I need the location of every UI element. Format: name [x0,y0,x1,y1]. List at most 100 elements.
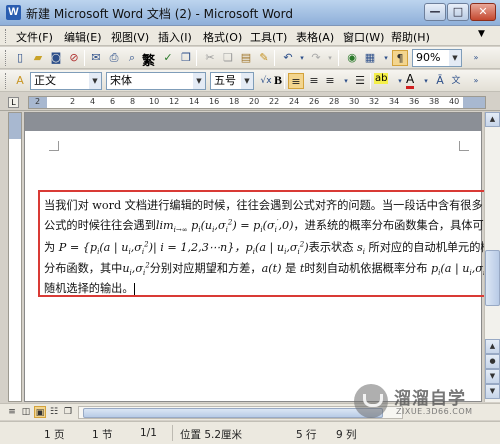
formatting-toolbar: A 正文 ▼ 宋体 ▼ 五号 ▼ √x B ≡ ≡ ≡ ▾ ☰ ab ▾ A ▾… [0,70,500,92]
zoom-value: 90% [416,51,441,64]
ruler-number: 28 [329,97,340,106]
show-formatting-icon[interactable]: ¶ [392,50,408,66]
menu-table[interactable]: 表格(A) [296,29,334,45]
zoom-select[interactable]: 90% ▼ [412,49,462,67]
tab-selector-icon[interactable]: L [8,97,19,108]
toolbar-separator [84,50,85,66]
toolbar-grip[interactable] [5,73,8,89]
vertical-ruler[interactable] [8,112,22,402]
ruler-number: 6 [110,97,116,106]
align-center-icon[interactable]: ≡ [306,73,322,89]
horizontal-ruler[interactable]: 2 2 4 6 8 10 12 14 16 18 20 22 24 26 28 … [28,96,486,109]
outline-view-icon[interactable]: ☷ [48,406,60,418]
chevron-down-icon[interactable]: ▼ [89,73,101,89]
maximize-button[interactable]: □ [447,3,469,21]
char-border-icon[interactable]: Ā [432,73,448,89]
page-top-margin [25,113,481,131]
menu-view[interactable]: 视图(V) [111,29,149,45]
save-icon[interactable]: ◙ [48,50,64,66]
toolbar-options-icon[interactable]: » [468,50,484,66]
status-page: 1 页 [44,429,65,441]
style-select[interactable]: 正文 ▼ [30,72,102,90]
scroll-up-icon[interactable]: ▲ [485,339,500,354]
status-page-of: 1/1 [140,427,157,439]
chevron-down-icon[interactable]: ▼ [241,73,253,89]
bold-button[interactable]: B [274,73,282,88]
watermark-logo-icon [354,384,388,418]
status-position: 位置 5.2厘米 [180,429,243,441]
ruler-number: 18 [229,97,240,106]
menu-help[interactable]: 帮助(H) [391,29,430,45]
toolbar-options-icon[interactable]: » [468,73,484,89]
permission-icon[interactable]: ⊘ [66,50,82,66]
watermark-url: ZIXUE.3D66.COM [396,407,473,416]
standard-toolbar: ▯ ▰ ◙ ⊘ ✉ ⎙ ⌕ 繁 ✓ ❐ ✂ ❏ ▤ ✎ ↶ ▾ ↷ ▾ ◉ ▦ … [0,47,500,69]
font-select[interactable]: 宋体 ▼ [106,72,206,90]
vertical-ruler-margin [9,113,21,139]
menu-dropdown-arrow-icon[interactable]: ▼ [478,29,485,39]
format-painter-icon[interactable]: ✎ [256,50,272,66]
close-button[interactable]: ✕ [470,3,496,21]
email-icon[interactable]: ✉ [88,50,104,66]
chevron-down-icon[interactable]: ▼ [193,73,205,89]
ruler-number: 40 [449,97,460,106]
web-view-icon[interactable]: ◫ [20,406,32,418]
ruler-number: 14 [189,97,200,106]
menu-edit[interactable]: 编辑(E) [64,29,102,45]
normal-view-icon[interactable]: ≡ [6,406,18,418]
equation-icon[interactable]: √x [258,73,274,89]
menu-insert[interactable]: 插入(I) [158,29,192,45]
font-size-select[interactable]: 五号 ▼ [210,72,254,90]
phonetic-guide-icon[interactable]: 文 [448,73,464,89]
chevron-down-icon[interactable]: ▼ [449,50,461,66]
print-icon[interactable]: ⎙ [106,50,122,66]
font-size-value: 五号 [214,74,236,87]
menu-bar: 文件(F) 编辑(E) 视图(V) 插入(I) 格式(O) 工具(T) 表格(A… [0,26,500,46]
styles-pane-icon[interactable]: A [12,73,28,89]
minimize-button[interactable]: — [424,3,446,21]
menu-window[interactable]: 窗口(W) [343,29,384,45]
toolbar-separator [196,50,197,66]
scroll-up-icon[interactable]: ▲ [485,112,500,127]
ruler-number: 12 [169,97,180,106]
menu-file[interactable]: 文件(F) [16,29,53,45]
crop-mark [49,141,59,151]
toolbar-grip[interactable] [5,50,8,66]
redo-dropdown-icon[interactable]: ▾ [322,50,338,66]
numbering-icon[interactable]: ☰ [352,73,368,89]
research-icon[interactable]: ❐ [178,50,194,66]
spelling-icon[interactable]: ✓ [160,50,176,66]
menu-tools[interactable]: 工具(T) [250,29,287,45]
menu-format[interactable]: 格式(O) [203,29,242,45]
vertical-scroll-thumb[interactable] [485,250,500,306]
print-preview-icon[interactable]: ⌕ [124,50,140,66]
select-browse-object-icon[interactable]: ● [485,354,500,369]
print-view-icon[interactable]: ▣ [34,406,46,418]
hyperlink-icon[interactable]: ◉ [344,50,360,66]
toolbar-separator [274,50,275,66]
align-right-icon[interactable]: ≡ [322,73,338,89]
reading-view-icon[interactable]: ❐ [62,406,74,418]
ruler-number: 22 [269,97,280,106]
title-bar[interactable]: W 新建 Microsoft Word 文档 (2) - Microsoft W… [0,0,500,26]
traditional-chinese-button[interactable]: 繁 [142,50,155,69]
toolbar-separator [338,50,339,66]
ruler-number: 2 [70,97,76,106]
ruler-number: 30 [349,97,360,106]
horizontal-scroll-thumb[interactable] [83,408,383,418]
tables-borders-icon[interactable]: ▦ [362,50,378,66]
ruler-number: 10 [149,97,160,106]
paste-icon[interactable]: ▤ [238,50,254,66]
open-icon[interactable]: ▰ [30,50,46,66]
ruler-number: 26 [309,97,320,106]
align-left-icon[interactable]: ≡ [288,73,304,89]
cut-icon[interactable]: ✂ [202,50,218,66]
new-doc-icon[interactable]: ▯ [12,50,28,66]
highlight-button[interactable]: ab [374,73,389,84]
font-color-button[interactable]: A [406,73,415,89]
copy-icon[interactable]: ❏ [220,50,236,66]
word-app-icon[interactable]: W [6,5,21,20]
ruler-number: 36 [409,97,420,106]
menu-grip[interactable] [5,29,8,43]
vertical-scrollbar[interactable]: ▲ ▲ ● ▼ ▼ [484,112,500,402]
